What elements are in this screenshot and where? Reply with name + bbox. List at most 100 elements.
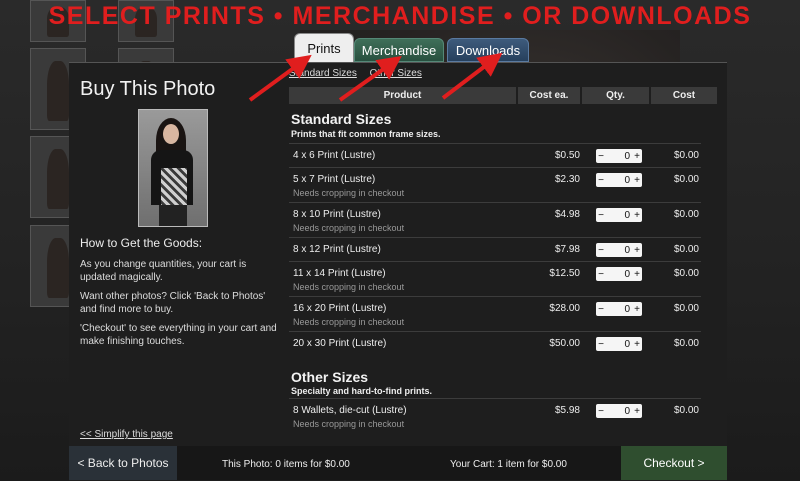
bottom-bar: < Back to Photos This Photo: 0 items for… <box>69 446 727 480</box>
decrement-button[interactable]: − <box>596 245 606 256</box>
product-price: $12.50 <box>549 268 580 279</box>
increment-button[interactable]: + <box>632 245 642 256</box>
help-text-checkout: 'Checkout' to see everything in your car… <box>80 323 277 347</box>
quantity-value[interactable]: 0 <box>606 245 632 256</box>
quantity-value[interactable]: 0 <box>606 269 632 280</box>
instruction-banner: SELECT PRINTS • MERCHANDISE • OR DOWNLOA… <box>48 2 752 30</box>
product-line-cost: $0.00 <box>673 209 699 220</box>
standard-sizes-title: Standard Sizes <box>291 111 392 127</box>
product-price: $28.00 <box>549 303 580 314</box>
checkout-button[interactable]: Checkout > <box>621 446 727 480</box>
increment-button[interactable]: + <box>632 175 642 186</box>
quantity-stepper[interactable]: −0 + <box>596 208 642 222</box>
howto-heading: How to Get the Goods: <box>80 236 203 250</box>
panel-title: Buy This Photo <box>80 78 216 100</box>
product-name: 8 x 10 Print (Lustre) <box>293 209 381 220</box>
increment-button[interactable]: + <box>632 406 642 417</box>
quantity-stepper[interactable]: −0 + <box>596 337 642 351</box>
product-price: $4.98 <box>554 209 580 220</box>
product-line-cost: $0.00 <box>673 338 699 349</box>
product-line-cost: $0.00 <box>673 405 699 416</box>
product-note: Needs cropping in checkout <box>293 317 405 327</box>
simplify-page-link[interactable]: << Simplify this page <box>80 429 173 440</box>
increment-button[interactable]: + <box>632 304 642 315</box>
product-line-cost: $0.00 <box>673 150 699 161</box>
product-row: 5 x 7 Print (Lustre) Needs cropping in ch… <box>289 167 701 202</box>
product-name: 16 x 20 Print (Lustre) <box>293 303 387 314</box>
quantity-value[interactable]: 0 <box>606 210 632 221</box>
size-links: Standard Sizes Other Sizes <box>289 68 432 79</box>
product-note: Needs cropping in checkout <box>293 419 405 429</box>
product-row: 8 Wallets, die-cut (Lustre) Needs croppin… <box>289 398 701 433</box>
quantity-value[interactable]: 0 <box>606 151 632 162</box>
quantity-stepper[interactable]: −0 + <box>596 404 642 418</box>
tab-downloads[interactable]: Downloads <box>447 38 529 62</box>
quantity-stepper[interactable]: −0 + <box>596 267 642 281</box>
product-name: 4 x 6 Print (Lustre) <box>293 150 376 161</box>
product-note: Needs cropping in checkout <box>293 282 405 292</box>
column-header-cost-each: Cost ea. <box>518 87 580 104</box>
quantity-stepper[interactable]: −0 + <box>596 173 642 187</box>
product-note: Needs cropping in checkout <box>293 223 405 233</box>
quantity-value[interactable]: 0 <box>606 175 632 186</box>
product-row: 20 x 30 Print (Lustre) $50.00 −0 + $0.00 <box>289 331 701 355</box>
product-line-cost: $0.00 <box>673 174 699 185</box>
other-sizes-title: Other Sizes <box>291 369 369 385</box>
back-to-photos-button[interactable]: < Back to Photos <box>69 446 177 480</box>
increment-button[interactable]: + <box>632 210 642 221</box>
decrement-button[interactable]: − <box>596 151 606 162</box>
product-price: $7.98 <box>554 244 580 255</box>
product-row: 4 x 6 Print (Lustre) $0.50 −0 + $0.00 <box>289 143 701 167</box>
cart-summary: Your Cart: 1 item for $0.00 <box>450 459 567 470</box>
decrement-button[interactable]: − <box>596 175 606 186</box>
quantity-value[interactable]: 0 <box>606 304 632 315</box>
quantity-stepper[interactable]: −0 + <box>596 243 642 257</box>
this-photo-summary: This Photo: 0 items for $0.00 <box>222 459 350 470</box>
standard-sizes-list: 4 x 6 Print (Lustre) $0.50−0 + $0.00 5 x 7 P… <box>289 143 701 355</box>
decrement-button[interactable]: − <box>596 304 606 315</box>
help-text-quantities: As you change quantities, your cart is u… <box>80 259 247 283</box>
product-row: 8 x 10 Print (Lustre) Needs cropping in c… <box>289 202 701 237</box>
increment-button[interactable]: + <box>632 269 642 280</box>
photo-thumbnail <box>138 109 208 227</box>
other-sizes-link[interactable]: Other Sizes <box>370 68 422 79</box>
column-header-qty: Qty. <box>582 87 649 104</box>
product-name: 8 Wallets, die-cut (Lustre) <box>293 405 407 416</box>
product-note: Needs cropping in checkout <box>293 188 405 198</box>
decrement-button[interactable]: − <box>596 339 606 350</box>
quantity-stepper[interactable]: −0 + <box>596 149 642 163</box>
standard-sizes-link[interactable]: Standard Sizes <box>289 68 357 79</box>
column-header-cost: Cost <box>651 87 717 104</box>
product-row: 8 x 12 Print (Lustre) $7.98 −0 + $0.00 <box>289 237 701 261</box>
product-line-cost: $0.00 <box>673 268 699 279</box>
product-price: $0.50 <box>554 150 580 161</box>
increment-button[interactable]: + <box>632 151 642 162</box>
product-row: 11 x 14 Print (Lustre) Needs cropping in … <box>289 261 701 296</box>
decrement-button[interactable]: − <box>596 406 606 417</box>
product-name: 5 x 7 Print (Lustre) <box>293 174 376 185</box>
quantity-value[interactable]: 0 <box>606 406 632 417</box>
product-name: 20 x 30 Print (Lustre) <box>293 338 387 349</box>
tab-prints[interactable]: Prints <box>294 33 354 63</box>
help-text-other-photos: Want other photos? Click 'Back to Photos… <box>80 291 266 315</box>
other-sizes-subtitle: Specialty and hard-to-find prints. <box>291 386 433 396</box>
product-row: 16 x 20 Print (Lustre) Needs cropping in … <box>289 296 701 331</box>
increment-button[interactable]: + <box>632 339 642 350</box>
decrement-button[interactable]: − <box>596 269 606 280</box>
other-sizes-list: 8 Wallets, die-cut (Lustre) Needs croppin… <box>289 398 701 433</box>
decrement-button[interactable]: − <box>596 210 606 221</box>
quantity-value[interactable]: 0 <box>606 339 632 350</box>
buy-photo-panel: Buy This Photo How to Get the Goods: As … <box>69 62 727 481</box>
product-price: $2.30 <box>554 174 580 185</box>
product-price: $5.98 <box>554 405 580 416</box>
product-name: 8 x 12 Print (Lustre) <box>293 244 381 255</box>
tab-merchandise[interactable]: Merchandise <box>354 38 444 62</box>
column-header-product: Product <box>289 87 516 104</box>
product-price: $50.00 <box>549 338 580 349</box>
product-name: 11 x 14 Print (Lustre) <box>293 268 386 279</box>
quantity-stepper[interactable]: −0 + <box>596 302 642 316</box>
product-line-cost: $0.00 <box>673 244 699 255</box>
product-line-cost: $0.00 <box>673 303 699 314</box>
standard-sizes-subtitle: Prints that fit common frame sizes. <box>291 129 441 139</box>
table-header: Product Cost ea. Qty. Cost <box>289 87 717 104</box>
